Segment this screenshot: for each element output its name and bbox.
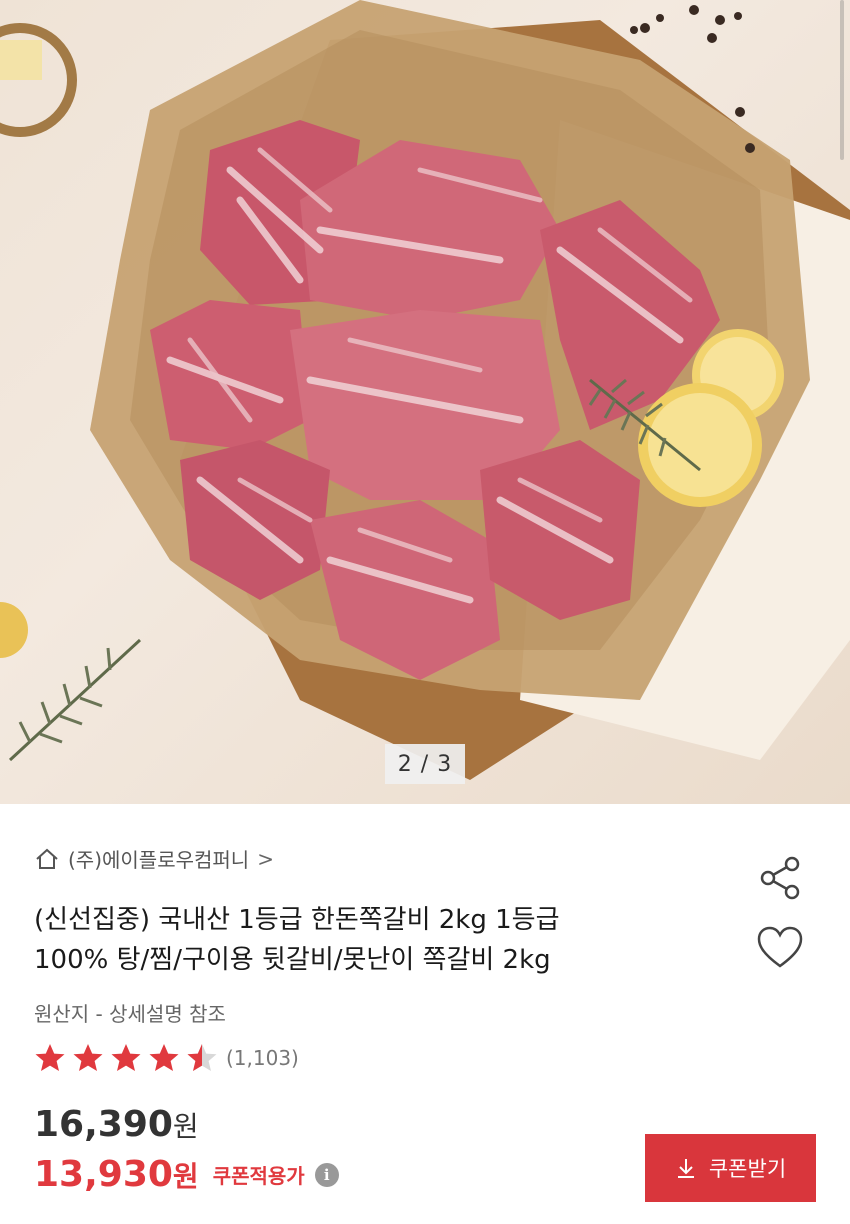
seller-name: (주)에이플로우컴퍼니 (68, 848, 250, 872)
product-title-line-1: (신선집중) 국내산 1등급 한돈쪽갈비 2kg 1등급 (34, 905, 560, 935)
sale-price-value: 13,930 (34, 1154, 173, 1195)
info-icon[interactable]: i (314, 1162, 339, 1187)
star-half-icon (187, 1044, 217, 1071)
product-title: (신선집중) 국내산 1등급 한돈쪽갈비 2kg 1등급 100% 탕/찜/구이… (34, 900, 714, 980)
home-icon (36, 848, 58, 869)
star-icon (149, 1044, 179, 1071)
rating-stars[interactable]: (1,103) (34, 1042, 299, 1074)
download-icon (677, 1159, 694, 1178)
heart-icon[interactable] (756, 926, 804, 970)
original-price-value: 16,390 (34, 1104, 173, 1145)
star-icon (35, 1044, 65, 1071)
coupon-applied-label: 쿠폰적용가 (212, 1164, 305, 1188)
sale-price: 13,930 원 쿠폰적용가 i (34, 1154, 339, 1195)
sale-price-unit: 원 (172, 1159, 199, 1193)
seller-link[interactable]: (주)에이플로우컴퍼니 > (34, 844, 274, 873)
product-image-carousel[interactable]: 2 / 3 (0, 0, 850, 804)
star-icon (111, 1044, 141, 1071)
share-icon[interactable] (756, 854, 804, 902)
get-coupon-label: 쿠폰받기 (708, 1158, 787, 1181)
original-price-unit: 원 (172, 1110, 199, 1143)
product-title-line-2: 100% 탕/찜/구이용 뒷갈비/못난이 쪽갈비 2kg (34, 945, 551, 975)
product-photo (0, 0, 850, 780)
original-price: 16,390원 (34, 1104, 199, 1145)
review-count[interactable]: (1,103) (226, 1046, 299, 1070)
image-counter: 2 / 3 (385, 744, 465, 784)
origin-text: 원산지 - 상세설명 참조 (34, 1002, 226, 1026)
chevron-right-icon: > (257, 846, 274, 871)
scrollbar[interactable] (840, 0, 844, 160)
product-info-section: (주)에이플로우컴퍼니 > (신선집중) 국내산 1등급 한돈쪽갈비 2kg 1… (0, 804, 850, 1224)
star-icon (73, 1044, 103, 1071)
get-coupon-button[interactable]: 쿠폰받기 (645, 1134, 816, 1202)
